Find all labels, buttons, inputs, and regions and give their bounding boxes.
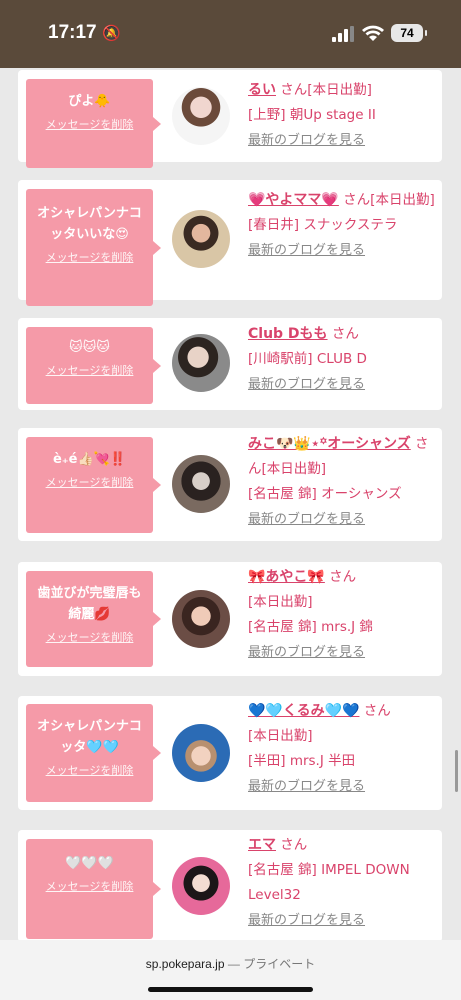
shift-status: [本日出勤] [248,728,313,744]
honorific: さん [280,82,308,98]
list-item: オシャレパンナコッタ🩵🩵 メッセージを削除 💙🩵くるみ🩵💙 さん [本日出勤] … [18,696,442,810]
shop-name: [名古屋 錦] IMPEL DOWN Level32 [248,862,410,903]
wifi-icon [362,25,384,41]
battery-indicator: 74 [391,24,427,42]
profile-info: 💙🩵くるみ🩵💙 さん [本日出勤] [半田] mrs.J 半田 最新のブログを見… [248,699,438,799]
profile-name-link[interactable]: 🎀あやこ🎀 [248,569,325,585]
profile-name-link[interactable]: Club Dもも [248,326,328,342]
avatar[interactable] [172,590,230,648]
avatar[interactable] [172,210,230,268]
list-item: オシャレパンナコッタいいな😍 メッセージを削除 💗やよママ💗 さん[本日出勤] … [18,180,442,306]
profile-name-link[interactable]: エマ [248,837,276,853]
message-text: オシャレパンナコッタ🩵🩵 [37,719,142,755]
profile-info: 🎀あやこ🎀 さん [本日出勤] [名古屋 錦] mrs.J 錦 最新のブログを見… [248,565,438,665]
blog-link[interactable]: 最新のブログを見る [248,507,438,532]
honorific: さん [363,703,391,719]
profile-info: Club Dもも さん [川崎駅前] CLUB D 最新のブログを見る [248,322,438,397]
delete-message-link[interactable]: メッセージを削除 [26,762,153,778]
shop-name: [川崎駅前] CLUB D [248,351,367,367]
delete-message-link[interactable]: メッセージを削除 [26,362,153,378]
profile-info: エマ さん [名古屋 錦] IMPEL DOWN Level32 最新のブログを… [248,833,438,933]
shop-name: [名古屋 錦] オーシャンズ [248,486,402,502]
blog-link[interactable]: 最新のブログを見る [248,908,438,933]
avatar[interactable] [172,334,230,392]
blog-link[interactable]: 最新のブログを見る [248,128,438,153]
message-text: 🤍🤍🤍 [65,856,114,871]
delete-message-link[interactable]: メッセージを削除 [26,116,153,132]
delete-message-link[interactable]: メッセージを削除 [26,474,153,490]
delete-message-link[interactable]: メッセージを削除 [26,249,153,265]
bell-slash-icon: 🔕 [102,24,121,42]
home-indicator[interactable] [148,987,313,992]
avatar[interactable] [172,724,230,782]
message-bubble: 🤍🤍🤍 メッセージを削除 [26,839,161,939]
message-bubble: è₊é👍🏻💘‼️ メッセージを削除 [26,437,161,533]
domain: sp.pokepara.jp [145,957,225,971]
message-bubble: 🐱🐱🐱 メッセージを削除 [26,327,161,404]
message-text: 歯並びが完璧唇も綺麗💋 [37,586,142,622]
scrollbar[interactable] [455,750,458,792]
profile-name-link[interactable]: みこ🐶👑⋆꙳オーシャンズ [248,436,411,452]
profile-info: みこ🐶👑⋆꙳オーシャンズ さん[本日出勤] [名古屋 錦] オーシャンズ 最新の… [248,432,438,532]
profile-name-link[interactable]: るい [248,82,276,98]
shop-name: [上野] 朝Up stage II [248,107,376,123]
message-text: 🐱🐱🐱 [69,340,110,355]
list-item: 歯並びが完璧唇も綺麗💋 メッセージを削除 🎀あやこ🎀 さん [本日出勤] [名古… [18,562,442,676]
profile-info: 💗やよママ💗 さん[本日出勤] [春日井] スナックステラ 最新のブログを見る [248,188,438,263]
profile-info: るい さん[本日出勤] [上野] 朝Up stage II 最新のブログを見る [248,78,438,153]
profile-name-link[interactable]: 💙🩵くるみ🩵💙 [248,703,359,719]
list-item: ぴよ🐥 メッセージを削除 るい さん[本日出勤] [上野] 朝Up stage … [18,70,442,168]
avatar[interactable] [172,857,230,915]
message-text: ぴよ🐥 [68,94,111,109]
shop-name: [春日井] スナックステラ [248,217,398,233]
list-item: 🤍🤍🤍 メッセージを削除 エマ さん [名古屋 錦] IMPEL DOWN Le… [18,830,442,940]
honorific: さん [329,569,357,585]
blog-link[interactable]: 最新のブログを見る [248,238,438,263]
shop-name: [名古屋 錦] mrs.J 錦 [248,619,373,635]
list-item: è₊é👍🏻💘‼️ メッセージを削除 みこ🐶👑⋆꙳オーシャンズ さん[本日出勤] … [18,428,442,541]
honorific: さん [343,192,371,208]
shift-status: [本日出勤] [307,82,372,98]
shop-name: [半田] mrs.J 半田 [248,753,356,769]
blog-link[interactable]: 最新のブログを見る [248,372,438,397]
blog-link[interactable]: 最新のブログを見る [248,774,438,799]
message-text: è₊é👍🏻💘‼️ [52,452,127,467]
honorific: さん [280,837,308,853]
avatar[interactable] [172,455,230,513]
url-display[interactable]: sp.pokepara.jp — プライベート [0,955,461,972]
honorific: さん [331,326,359,342]
signal-icon [332,26,354,42]
delete-message-link[interactable]: メッセージを削除 [26,629,153,645]
private-label: — プライベート [227,957,316,971]
message-bubble: オシャレパンナコッタいいな😍 メッセージを削除 [26,189,161,306]
status-bar: 17:17 🔕 74 [0,0,461,68]
avatar[interactable] [172,87,230,145]
list-item: 🐱🐱🐱 メッセージを削除 Club Dもも さん [川崎駅前] CLUB D 最… [18,318,442,410]
delete-message-link[interactable]: メッセージを削除 [26,878,153,894]
message-list[interactable]: ぴよ🐥 メッセージを削除 るい さん[本日出勤] [上野] 朝Up stage … [0,68,461,940]
message-bubble: オシャレパンナコッタ🩵🩵 メッセージを削除 [26,704,161,802]
message-bubble: 歯並びが完璧唇も綺麗💋 メッセージを削除 [26,571,161,667]
clock: 17:17 [48,22,97,43]
profile-name-link[interactable]: 💗やよママ💗 [248,192,339,208]
shift-status: [本日出勤] [261,461,327,477]
blog-link[interactable]: 最新のブログを見る [248,640,438,665]
message-bubble: ぴよ🐥 メッセージを削除 [26,79,161,168]
shift-status: [本日出勤] [248,594,313,610]
shift-status: [本日出勤] [370,192,435,208]
message-text: オシャレパンナコッタいいな😍 [37,206,142,242]
